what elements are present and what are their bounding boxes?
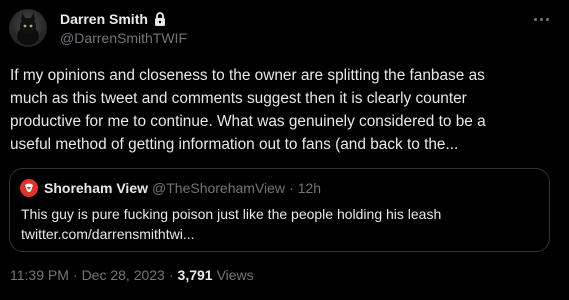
quoted-avatar bbox=[20, 179, 38, 197]
tweet-card: Darren Smith @DarrenSmithTWIF If my opin… bbox=[0, 0, 569, 300]
tweet-text: If my opinions and closeness to the owne… bbox=[10, 64, 562, 156]
tweet-text-line[interactable]: useful method of getting information out… bbox=[10, 136, 458, 153]
meta-separator: · bbox=[168, 267, 174, 283]
meta-separator: · bbox=[72, 267, 78, 283]
tweet-text-line: productive for me to continue. What was … bbox=[10, 113, 486, 130]
quoted-handle: @TheShorehamView bbox=[152, 180, 286, 196]
tweet-date[interactable]: Dec 28, 2023 bbox=[82, 267, 165, 283]
tweet-text-line: If my opinions and closeness to the owne… bbox=[10, 67, 485, 84]
more-dot bbox=[539, 17, 543, 21]
handle[interactable]: @DarrenSmithTWIF bbox=[60, 29, 187, 47]
quoted-tweet[interactable]: Shoreham View @TheShorehamView · 12h Thi… bbox=[9, 168, 550, 252]
lock-icon bbox=[153, 11, 167, 27]
avatar[interactable] bbox=[9, 9, 47, 47]
tweet-text-line: much as this tweet and comments suggest … bbox=[10, 90, 467, 107]
shoreham-logo-icon bbox=[25, 183, 33, 192]
tweet-meta: 11:39 PM · Dec 28, 2023 · 3,791 Views bbox=[10, 266, 254, 284]
quoted-tweet-header: Shoreham View @TheShorehamView · 12h bbox=[20, 179, 321, 197]
quoted-timestamp: 12h bbox=[297, 180, 322, 196]
display-name[interactable]: Darren Smith bbox=[60, 10, 148, 28]
views-label: Views bbox=[216, 267, 254, 283]
author-block: Darren Smith @DarrenSmithTWIF bbox=[60, 10, 187, 47]
quoted-tweet-text: This guy is pure fucking poison just lik… bbox=[21, 204, 541, 244]
quoted-text-line: This guy is pure fucking poison just lik… bbox=[21, 206, 442, 222]
tweet-time[interactable]: 11:39 PM bbox=[10, 267, 69, 283]
more-dot bbox=[545, 17, 549, 21]
quoted-separator: · bbox=[289, 180, 294, 196]
display-name-row: Darren Smith bbox=[60, 10, 187, 28]
more-horizontal-icon[interactable] bbox=[531, 12, 551, 26]
more-dot bbox=[533, 17, 537, 21]
views-count[interactable]: 3,791 bbox=[178, 267, 213, 283]
quoted-link[interactable]: twitter.com/darrensmithtwi... bbox=[21, 226, 195, 242]
cat-avatar-icon bbox=[17, 13, 39, 45]
quoted-display-name: Shoreham View bbox=[44, 180, 149, 196]
